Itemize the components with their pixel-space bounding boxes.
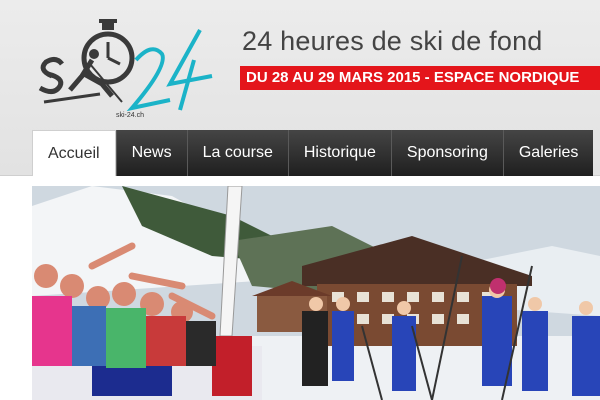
nav-item-sponsoring[interactable]: Sponsoring (390, 130, 503, 176)
hero-photo[interactable] (32, 186, 600, 400)
site-header: ski-24.ch 24 heures de ski de fond DU 28… (0, 0, 600, 176)
hero-photo-illustration (32, 186, 600, 400)
nav-item-accueil[interactable]: Accueil (32, 130, 116, 176)
nav-item-historique[interactable]: Historique (287, 130, 391, 176)
event-date-banner: DU 28 AU 29 MARS 2015 - ESPACE NORDIQUE (240, 66, 600, 90)
logo-url-text: ski-24.ch (116, 112, 145, 119)
nav-item-galeries[interactable]: Galeries (502, 130, 594, 176)
site-logo[interactable]: ski-24.ch (30, 14, 220, 119)
nav-item-news[interactable]: News (115, 130, 187, 176)
nav-item-la-course[interactable]: La course (186, 130, 288, 176)
ski24-logo-icon (38, 19, 213, 112)
main-nav: Accueil News La course Historique Sponso… (32, 130, 594, 176)
site-title: 24 heures de ski de fond (242, 26, 543, 56)
